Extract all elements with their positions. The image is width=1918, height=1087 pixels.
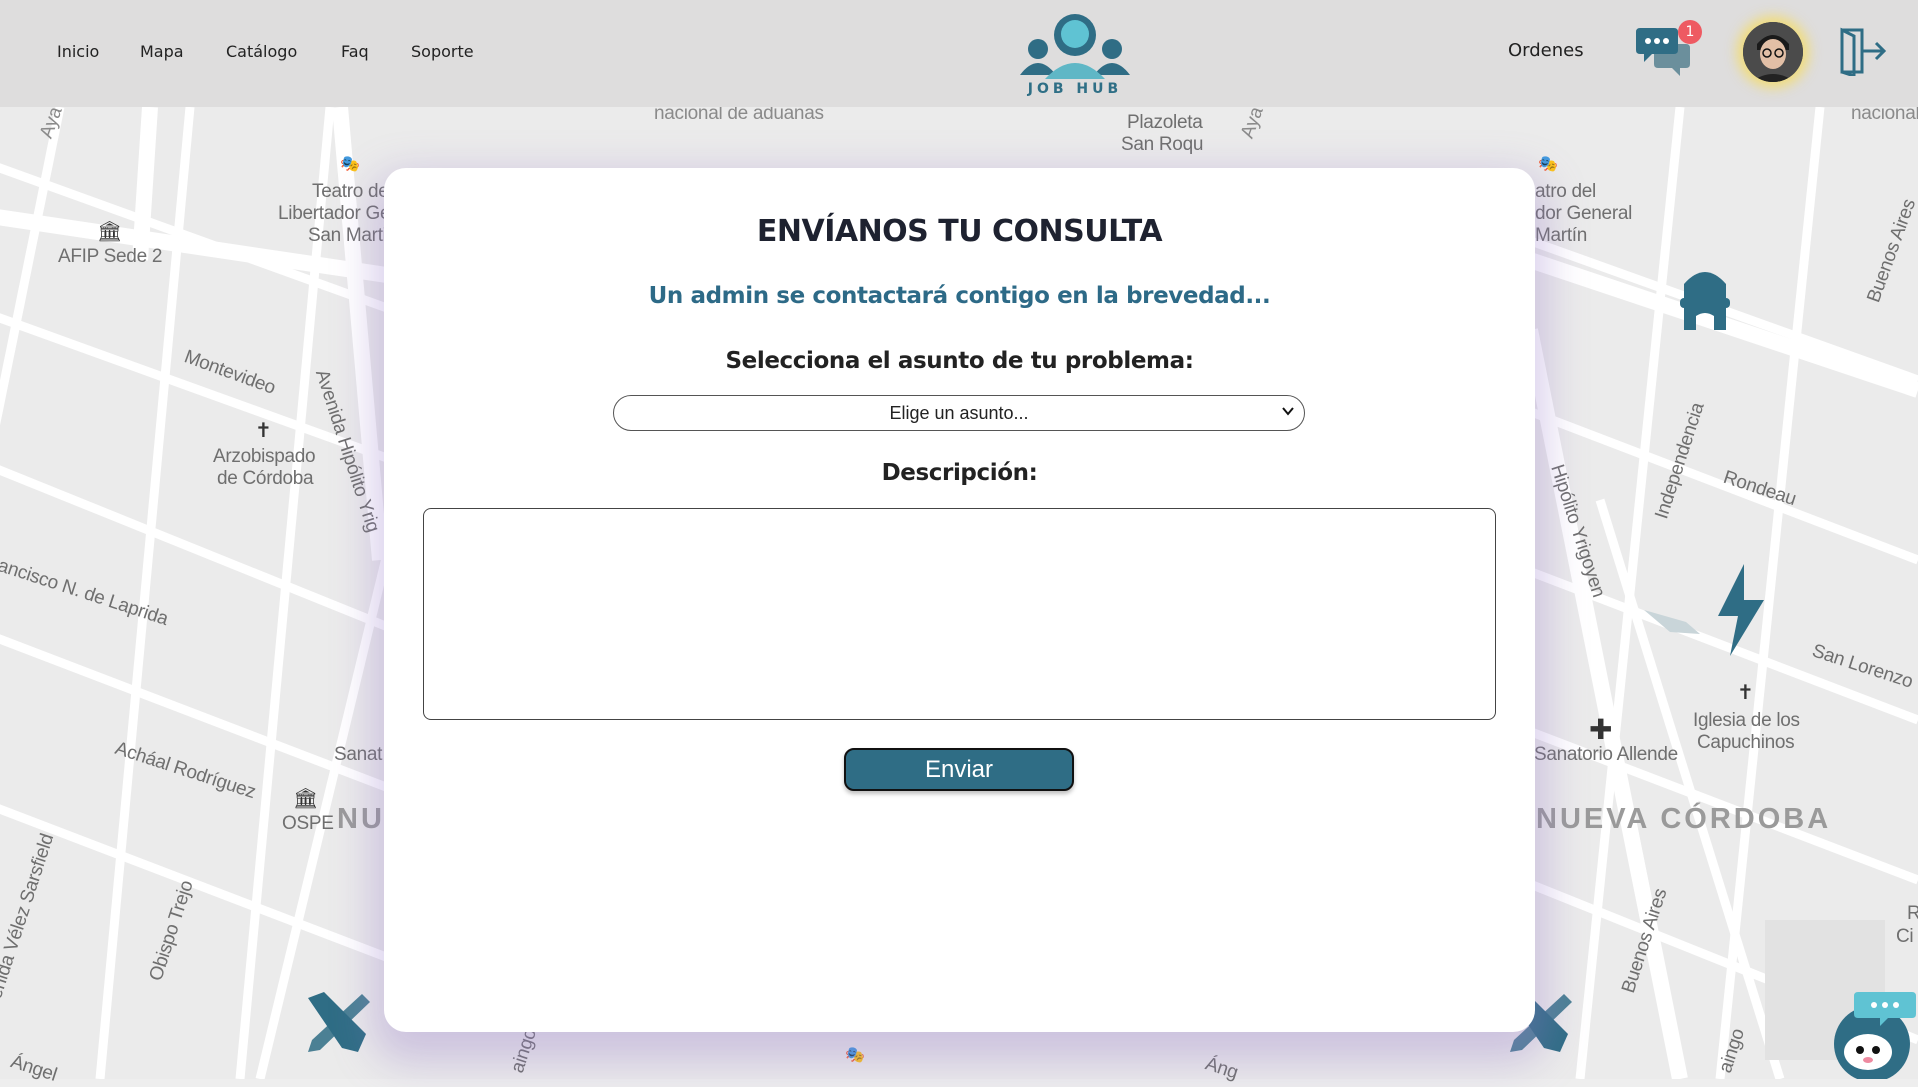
form-subtitle: Un admin se contactará contigo en la bre… (648, 283, 1271, 309)
support-form-card: ENVÍANOS TU CONSULTA Un admin se contact… (384, 168, 1535, 1032)
map-label: Ci (1896, 926, 1914, 947)
tools-marker-icon[interactable] (302, 990, 372, 1056)
map-marker-icon (1644, 610, 1700, 634)
top-navigation-bar: Inicio Mapa Catálogo Faq Soporte JOB HUB… (0, 0, 1918, 107)
map-label: OSPE (282, 813, 334, 834)
map-label: Plazoleta (1127, 112, 1203, 133)
map-label: Arzobispado (213, 446, 316, 467)
church-icon: ✝ (255, 418, 272, 442)
nav-link-soporte[interactable]: Soporte (411, 42, 474, 61)
map-label: Libertador Ge (278, 203, 391, 224)
map-label: NUEVA CÓRDOBA (1536, 803, 1832, 835)
nav-link-faq[interactable]: Faq (341, 42, 369, 61)
electrician-marker-icon[interactable] (1714, 564, 1768, 656)
nav-link-mapa[interactable]: Mapa (140, 42, 184, 61)
nav-link-inicio[interactable]: Inicio (57, 42, 99, 61)
map-label: San Marti (308, 225, 387, 246)
avatar-image (1743, 22, 1803, 82)
map-label: Iglesia de los (1693, 710, 1800, 731)
church-icon: ✝ (1737, 680, 1754, 704)
bank-icon: 🏛 (293, 786, 319, 810)
description-label: Descripción: (881, 460, 1038, 486)
hospital-icon: ✚ (1589, 713, 1613, 746)
map-label: Teatro de (312, 181, 389, 202)
orders-link[interactable]: Ordenes (1508, 40, 1584, 61)
map-label: San Roqu (1121, 134, 1204, 155)
map-label: Capuchinos (1697, 732, 1795, 753)
form-title: ENVÍANOS TU CONSULTA (756, 214, 1163, 249)
theater-icon: 🎭 (340, 154, 360, 173)
worker-marker-icon[interactable] (1672, 264, 1738, 334)
submit-button[interactable]: Enviar (844, 748, 1074, 791)
logout-icon (1840, 27, 1887, 79)
description-textarea[interactable] (423, 508, 1496, 720)
nav-link-catalogo[interactable]: Catálogo (226, 42, 297, 61)
logout-button[interactable] (1838, 26, 1888, 79)
chatbot-button[interactable] (1828, 988, 1918, 1082)
theater-icon: 🎭 (1538, 154, 1558, 173)
subject-select-value: Elige un asunto... (889, 403, 1029, 423)
map-label: NU (337, 803, 385, 835)
map-label: Martín (1535, 225, 1588, 246)
notification-badge: 1 (1678, 20, 1702, 44)
theater-icon: 🎭 (845, 1045, 865, 1064)
map-label: Sanatorio Allende (1534, 744, 1678, 765)
bank-icon: 🏛 (97, 219, 123, 243)
chatbot-icon (1834, 992, 1916, 1082)
job-hub-logo[interactable]: JOB HUB (1015, 9, 1135, 99)
map-label: AFIP Sede 2 (58, 246, 163, 267)
map-label: dor General (1535, 203, 1633, 224)
logo-text: JOB HUB (1027, 81, 1123, 97)
subject-label: Selecciona el asunto de tu problema: (725, 348, 1194, 374)
map-label: R (1907, 903, 1918, 924)
map-label: atro del (1535, 181, 1596, 202)
user-avatar[interactable] (1743, 22, 1803, 82)
chevron-down-icon (1282, 407, 1294, 416)
subject-select[interactable]: Elige un asunto... (613, 395, 1305, 431)
map-label: Sanat (334, 744, 383, 765)
logo-people-icon (1020, 14, 1130, 79)
messages-button[interactable]: 1 (1636, 20, 1702, 78)
map-label: de Córdoba (217, 468, 314, 489)
